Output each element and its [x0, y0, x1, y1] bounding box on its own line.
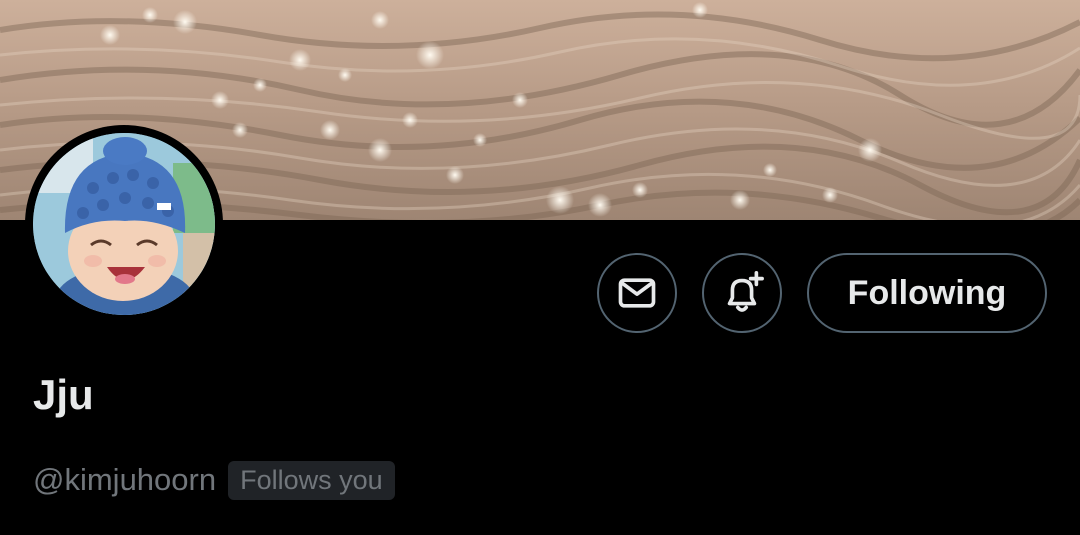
avatar[interactable] — [33, 133, 215, 315]
following-button[interactable]: Following — [807, 253, 1047, 333]
username-handle: @kimjuhoorn — [33, 462, 217, 497]
notify-button[interactable] — [702, 253, 782, 333]
handle-row: @kimjuhoorn Follows you — [33, 460, 395, 500]
envelope-icon — [618, 278, 656, 308]
bell-plus-icon — [727, 271, 764, 312]
display-name: Jju — [33, 371, 94, 418]
follows-you-badge: Follows you — [228, 460, 395, 500]
message-button[interactable] — [597, 253, 677, 333]
avatar-ring[interactable] — [25, 125, 223, 323]
avatar-image — [33, 133, 215, 315]
